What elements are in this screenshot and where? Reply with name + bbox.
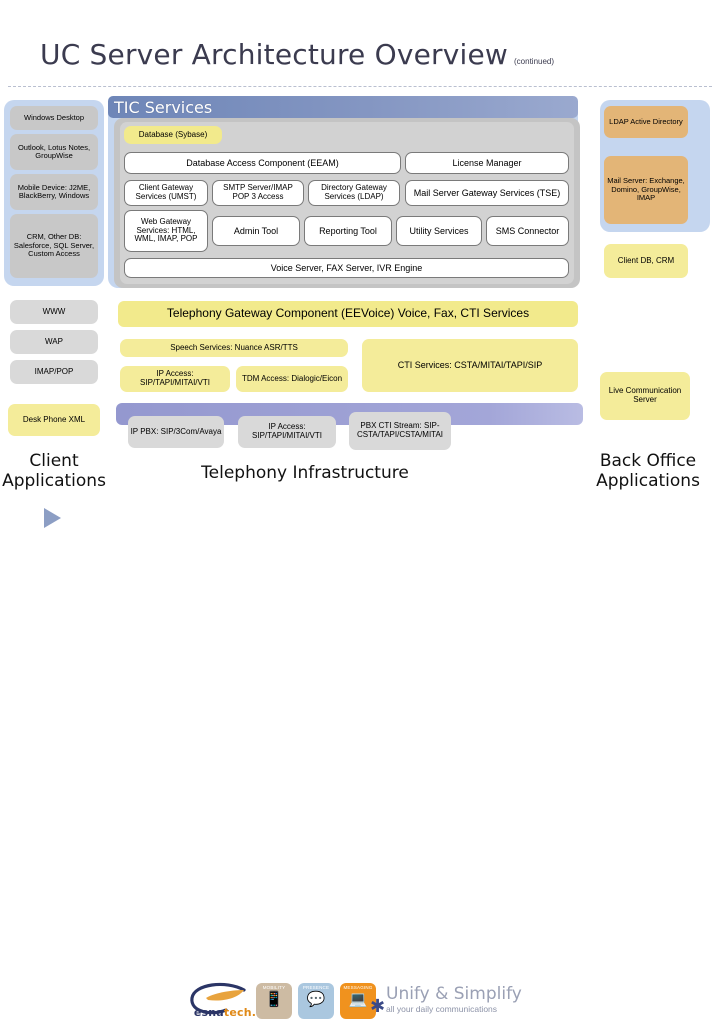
tic-smtp-imap-pop3[interactable]: SMTP Server/IMAP POP 3 Access (212, 180, 304, 206)
tile-mobility-caption: MOBILITY (262, 985, 286, 990)
speech-bubble-icon: 💬 (306, 991, 326, 1008)
tic-sms-connector[interactable]: SMS Connector (486, 216, 569, 246)
tic-database-box[interactable]: Database (Sybase) (124, 126, 222, 144)
tagline: Unify & Simplify all your daily communic… (386, 984, 616, 1014)
tic-voice-fax-ivr-bar[interactable]: Voice Server, FAX Server, IVR Engine (124, 258, 569, 278)
mobile-phone-icon: 📱 (264, 991, 284, 1008)
tile-messaging-caption: MESSAGING (343, 985, 373, 990)
page-title-suffix: (continued) (514, 57, 555, 66)
title-divider (8, 86, 712, 87)
tagline-sub: all your daily communications (386, 1004, 498, 1014)
telephony-infrastructure-label: Telephony Infrastructure (201, 463, 409, 483)
tic-reporting-tool[interactable]: Reporting Tool (304, 216, 392, 246)
client-protocol-www[interactable]: WWW (10, 300, 98, 324)
tile-presence[interactable]: PRESENCE 💬 (298, 983, 334, 1019)
tic-utility-services[interactable]: Utility Services (396, 216, 482, 246)
tile-mobility[interactable]: MOBILITY 📱 (256, 983, 292, 1019)
backoffice-mail-server[interactable]: Mail Server: Exchange, Domino, GroupWise… (604, 156, 688, 224)
laptop-icon: 💻 (348, 991, 368, 1008)
tagline-main: Unify & Simplify (386, 984, 522, 1004)
client-email-suites[interactable]: Outlook, Lotus Notes, GroupWise (10, 134, 98, 170)
backoffice-client-db-crm[interactable]: Client DB, CRM (604, 244, 688, 278)
title-block: UC Server Architecture Overview (continue… (40, 38, 600, 78)
esnatech-wordmark-part1: esna (193, 1006, 224, 1019)
backoffice-ldap-active-directory[interactable]: LDAP Active Directory (604, 106, 688, 138)
tic-database-access-component[interactable]: Database Access Component (EEAM) (124, 152, 401, 174)
pbx-ip-pbx[interactable]: IP PBX: SIP/3Com/Avaya (128, 416, 224, 448)
telephony-gateway-component-bar[interactable]: Telephony Gateway Component (EEVoice) Vo… (118, 301, 578, 327)
telephony-tdm-access[interactable]: TDM Access: Dialogic/Eicon (236, 366, 348, 392)
esnatech-wordmark: esnatech. (186, 1006, 264, 1019)
tile-presence-caption: PRESENCE (302, 985, 330, 990)
tic-services-header-label: TIC Services (114, 97, 213, 117)
client-windows-desktop[interactable]: Windows Desktop (10, 106, 98, 130)
pbx-ip-access[interactable]: IP Access: SIP/TAPI/MITAI/VTI (238, 416, 336, 448)
footer: esnatech. MOBILITY 📱 PRESENCE 💬 MESSAGIN… (0, 486, 720, 1019)
telephony-cti-services[interactable]: CTI Services: CSTA/MITAI/TAPI/SIP (362, 339, 578, 392)
tic-mail-server-gateway-services[interactable]: Mail Server Gateway Services (TSE) (405, 180, 569, 206)
tic-client-gateway-services[interactable]: Client Gateway Services (UMST) (124, 180, 208, 206)
backoffice-live-communication-server[interactable]: Live Communication Server (600, 372, 690, 420)
client-crm-other-db[interactable]: CRM, Other DB: Salesforce, SQL Server, C… (10, 214, 98, 278)
client-mobile-device[interactable]: Mobile Device: J2ME, BlackBerry, Windows (10, 174, 98, 210)
pbx-cti-stream[interactable]: PBX CTI Stream: SIP-CSTA/TAPI/CSTA/MITAI (349, 412, 451, 450)
telephony-speech-services[interactable]: Speech Services: Nuance ASR/TTS (120, 339, 348, 357)
telephony-ip-access[interactable]: IP Access: SIP/TAPI/MITAI/VTI (120, 366, 230, 392)
star-burst-icon: ✱ (370, 996, 386, 1016)
tic-admin-tool[interactable]: Admin Tool (212, 216, 300, 246)
esnatech-wordmark-part2: tech. (223, 1006, 257, 1019)
page-title: UC Server Architecture Overview (40, 38, 509, 71)
tic-web-gateway-services[interactable]: Web Gateway Services: HTML, WML, IMAP, P… (124, 210, 208, 252)
slide-canvas: UC Server Architecture Overview (continue… (0, 0, 720, 1019)
tic-directory-gateway-services[interactable]: Directory Gateway Services (LDAP) (308, 180, 400, 206)
tic-license-manager[interactable]: License Manager (405, 152, 569, 174)
client-protocol-imap-pop[interactable]: IMAP/POP (10, 360, 98, 384)
client-protocol-wap[interactable]: WAP (10, 330, 98, 354)
client-desk-phone-xml[interactable]: Desk Phone XML (8, 404, 100, 436)
